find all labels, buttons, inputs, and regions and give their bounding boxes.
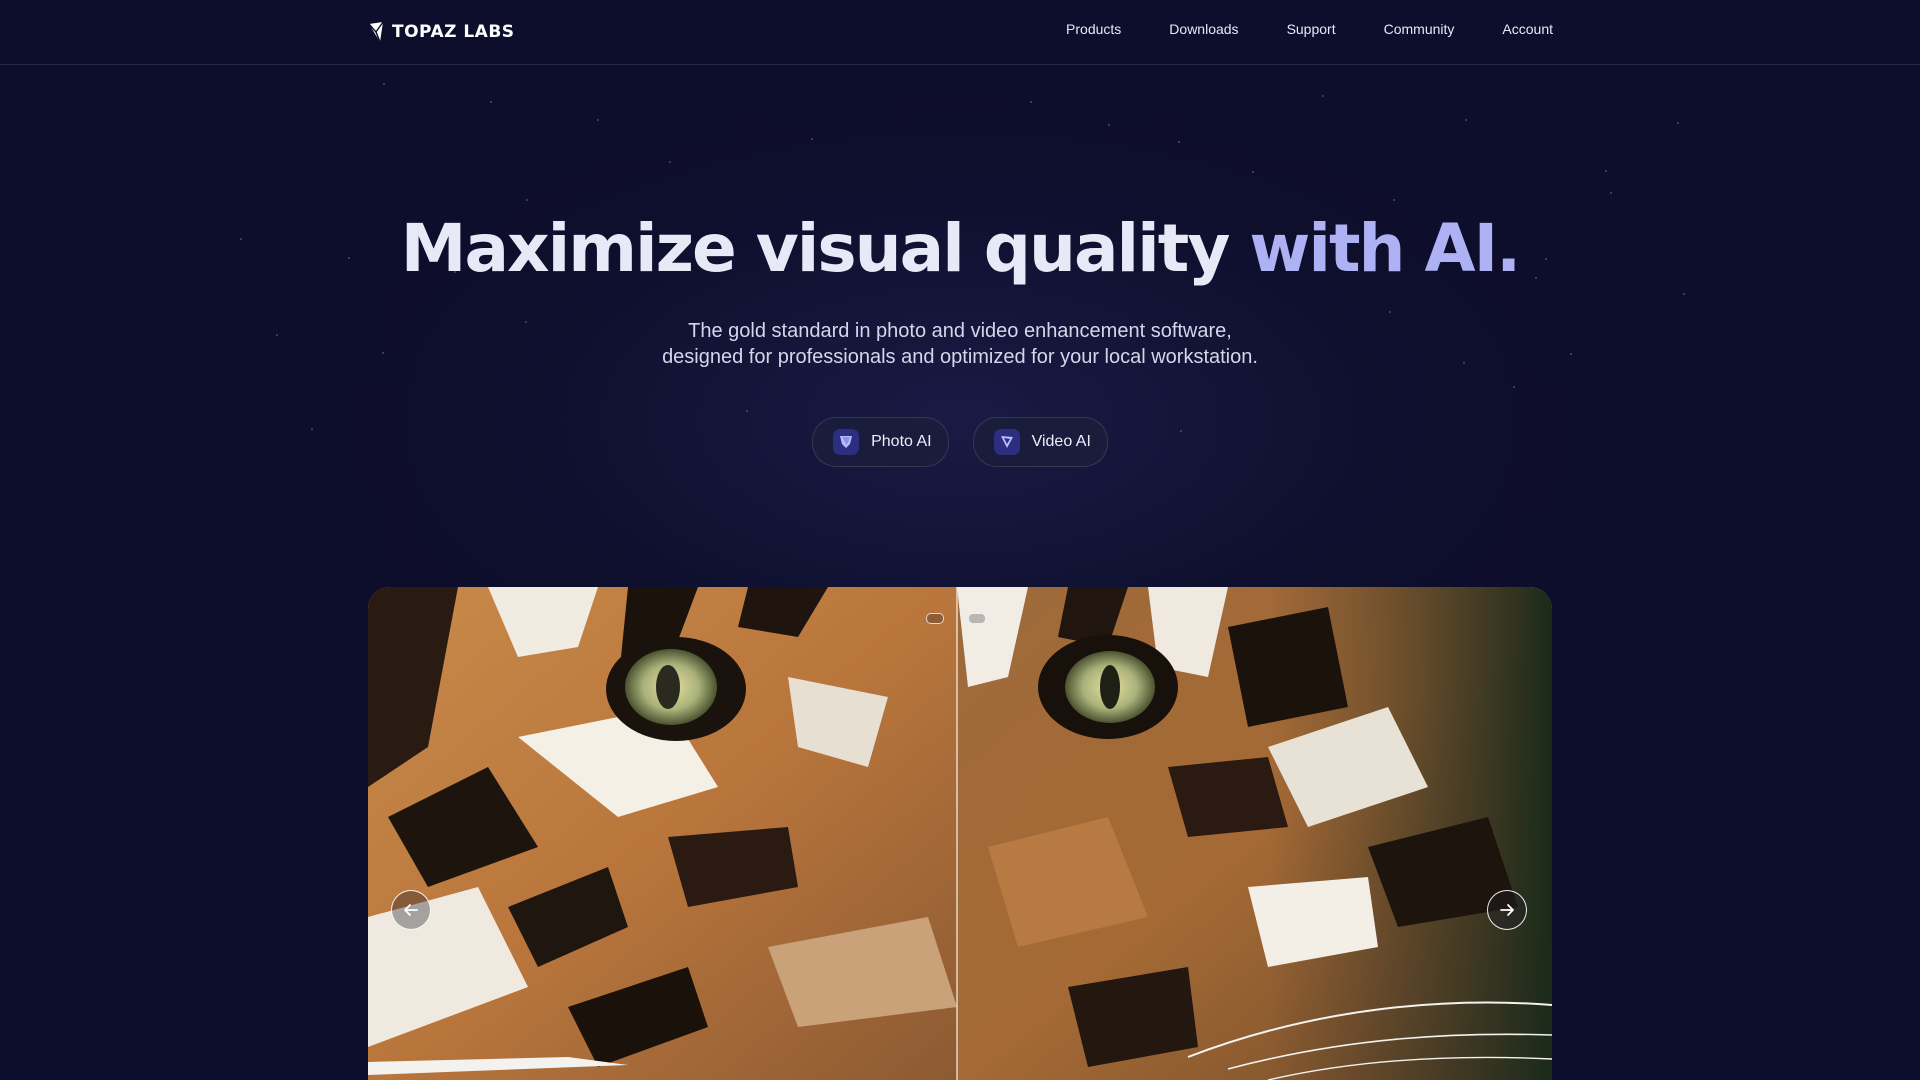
top-navigation-bar: TOPAZ LABS Products Downloads Support Co… — [0, 0, 1920, 65]
cta-buttons: Photo AI Video AI — [0, 417, 1920, 467]
arrow-right-icon — [1500, 904, 1514, 916]
nav-link-community[interactable]: Community — [1384, 21, 1455, 37]
hero-subtitle-line1: The gold standard in photo and video enh… — [688, 320, 1232, 342]
arrow-left-icon — [404, 904, 418, 916]
photo-ai-button[interactable]: Photo AI — [812, 417, 949, 467]
nav-links: Products Downloads Support Community Acc… — [1066, 21, 1553, 37]
tiger-comparison-image — [368, 587, 1552, 1080]
nav-link-downloads[interactable]: Downloads — [1169, 21, 1238, 37]
video-ai-icon — [993, 429, 1020, 455]
hero-subtitle: The gold standard in photo and video enh… — [0, 318, 1920, 370]
divider-handle-right[interactable] — [968, 613, 986, 624]
hero-title-part2: with AI. — [1249, 210, 1521, 287]
video-ai-button[interactable]: Video AI — [972, 417, 1108, 467]
hero-subtitle-line2: designed for professionals and optimized… — [662, 346, 1258, 368]
brand-logo[interactable]: TOPAZ LABS — [368, 20, 515, 44]
previous-button[interactable] — [391, 890, 431, 930]
video-ai-label: Video AI — [1031, 433, 1091, 450]
next-button[interactable] — [1487, 890, 1527, 930]
photo-ai-icon — [833, 429, 860, 455]
nav-link-products[interactable]: Products — [1066, 21, 1121, 37]
divider-handle-left[interactable] — [926, 613, 944, 624]
before-after-comparison[interactable] — [368, 587, 1552, 1080]
topaz-logo-icon — [368, 22, 384, 42]
comparison-divider[interactable] — [956, 587, 958, 1080]
hero-title: Maximize visual quality with AI. — [0, 210, 1920, 287]
nav-link-account[interactable]: Account — [1502, 21, 1553, 37]
photo-ai-label: Photo AI — [871, 433, 932, 450]
nav-link-support[interactable]: Support — [1287, 21, 1336, 37]
hero-title-part1: Maximize visual quality — [400, 210, 1231, 287]
brand-name: TOPAZ LABS — [392, 22, 515, 42]
